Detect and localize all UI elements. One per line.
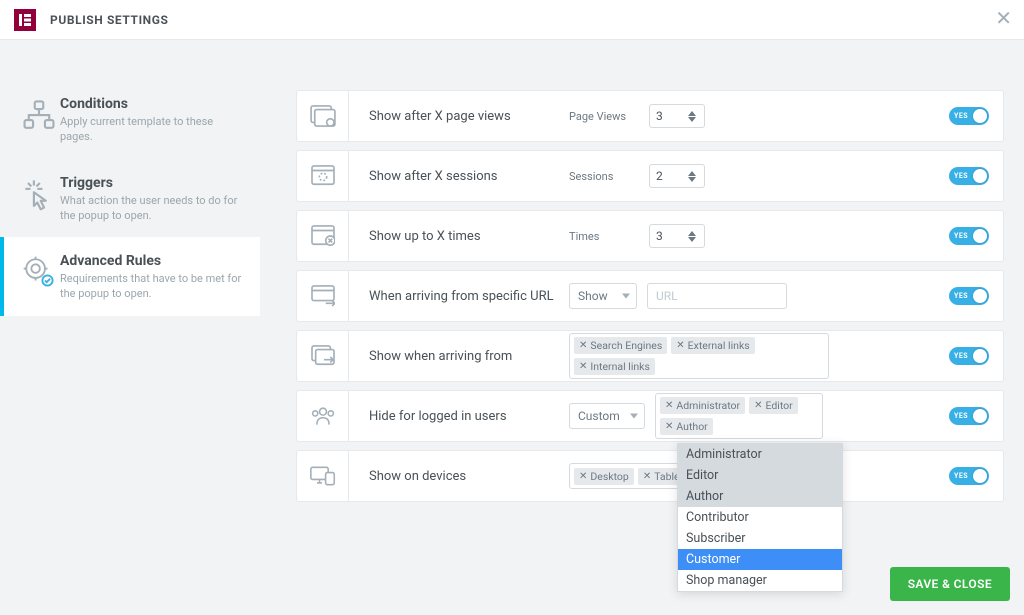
users-icon [297, 391, 349, 441]
url-input[interactable]: URL [647, 283, 787, 309]
sidebar: Conditions Apply current template to the… [0, 40, 260, 615]
chevron-down-icon [630, 414, 638, 419]
dropdown-option[interactable]: Administrator [678, 444, 842, 465]
rule-label: Hide for logged in users [349, 409, 569, 424]
tag[interactable]: ✕External links [671, 337, 754, 354]
number-spinner-icon[interactable] [688, 107, 700, 125]
rule-times: Show up to X times Times 3 YES [296, 210, 1004, 262]
rule-toggle[interactable]: YES [949, 287, 989, 305]
tag[interactable]: ✕Editor [749, 397, 798, 414]
rule-sessions: Show after X sessions Sessions 2 YES [296, 150, 1004, 202]
input-value: 3 [656, 229, 663, 243]
sidebar-item-advanced-rules[interactable]: Advanced Rules Requirements that have to… [0, 237, 260, 316]
rule-page-views: Show after X page views Page Views 3 YES [296, 90, 1004, 142]
dropdown-option[interactable]: Author [678, 486, 842, 507]
dropdown-option[interactable]: Customer [678, 549, 842, 570]
devices-icon [297, 451, 349, 501]
tag[interactable]: ✕Desktop [574, 468, 634, 485]
rule-label: Show after X sessions [349, 169, 569, 184]
rule-arriving-from: Show when arriving from ✕Search Engines … [296, 330, 1004, 382]
rule-sublabel: Page Views [569, 110, 639, 123]
rule-label: Show up to X times [349, 229, 569, 244]
rule-toggle[interactable]: YES [949, 167, 989, 185]
rule-toggle[interactable]: YES [949, 407, 989, 425]
page-views-icon [297, 91, 349, 141]
rule-toggle[interactable]: YES [949, 107, 989, 125]
rule-hide-logged-in: Hide for logged in users Custom ✕Adminis… [296, 390, 1004, 442]
rule-sublabel: Sessions [569, 170, 639, 183]
url-arrow-icon [297, 271, 349, 321]
elementor-logo-icon [14, 9, 36, 31]
tag[interactable]: ✕Author [660, 418, 713, 435]
sidebar-item-desc: Requirements that have to be met for the… [60, 272, 244, 302]
sitemap-icon [18, 94, 60, 136]
mode-select[interactable]: Custom [569, 403, 645, 429]
gears-icon [18, 251, 60, 293]
sessions-input[interactable]: 2 [649, 164, 705, 188]
number-spinner-icon[interactable] [688, 227, 700, 245]
tag[interactable]: ✕Internal links [574, 358, 655, 375]
chevron-down-icon [622, 294, 630, 299]
sidebar-item-desc: What action the user needs to do for the… [60, 194, 244, 224]
mode-select[interactable]: Show [569, 283, 637, 309]
role-dropdown: Administrator Editor Author Contributor … [677, 443, 843, 592]
dropdown-option[interactable]: Subscriber [678, 528, 842, 549]
page-views-input[interactable]: 3 [649, 104, 705, 128]
modal-title: PUBLISH SETTINGS [50, 13, 169, 27]
dropdown-option[interactable]: Shop manager [678, 570, 842, 591]
rule-label: When arriving from specific URL [349, 289, 569, 304]
sidebar-item-title: Advanced Rules [60, 253, 244, 269]
rule-devices: Show on devices ✕Desktop ✕Tablet YES [296, 450, 1004, 502]
sidebar-item-title: Conditions [60, 96, 244, 112]
input-value: 3 [656, 109, 663, 123]
role-tags[interactable]: ✕Administrator ✕Editor ✕Author [655, 393, 823, 439]
rule-label: Show after X page views [349, 109, 569, 124]
rule-label: Show when arriving from [349, 349, 569, 364]
close-icon[interactable]: ✕ [995, 8, 1012, 28]
sidebar-item-desc: Apply current template to these pages. [60, 115, 244, 145]
dropdown-option[interactable]: Editor [678, 465, 842, 486]
times-input[interactable]: 3 [649, 224, 705, 248]
tag[interactable]: ✕Administrator [660, 397, 745, 414]
number-spinner-icon[interactable] [688, 167, 700, 185]
sessions-icon [297, 151, 349, 201]
referrer-tags[interactable]: ✕Search Engines ✕External links ✕Interna… [569, 333, 829, 379]
dropdown-option[interactable]: Contributor [678, 507, 842, 528]
tag[interactable]: ✕Search Engines [574, 337, 667, 354]
rule-toggle[interactable]: YES [949, 347, 989, 365]
rule-toggle[interactable]: YES [949, 467, 989, 485]
click-icon [18, 173, 60, 215]
arriving-from-icon [297, 331, 349, 381]
main-panel: Show after X page views Page Views 3 YES… [260, 40, 1024, 615]
rule-sublabel: Times [569, 230, 639, 243]
save-and-close-button[interactable]: SAVE & CLOSE [890, 567, 1010, 601]
rule-label: Show on devices [349, 469, 569, 484]
modal-header: PUBLISH SETTINGS ✕ [0, 0, 1024, 40]
times-icon [297, 211, 349, 261]
sidebar-item-conditions[interactable]: Conditions Apply current template to the… [0, 80, 260, 159]
input-value: 2 [656, 169, 663, 183]
rule-toggle[interactable]: YES [949, 227, 989, 245]
rule-from-url: When arriving from specific URL Show URL… [296, 270, 1004, 322]
sidebar-item-title: Triggers [60, 175, 244, 191]
sidebar-item-triggers[interactable]: Triggers What action the user needs to d… [0, 159, 260, 238]
